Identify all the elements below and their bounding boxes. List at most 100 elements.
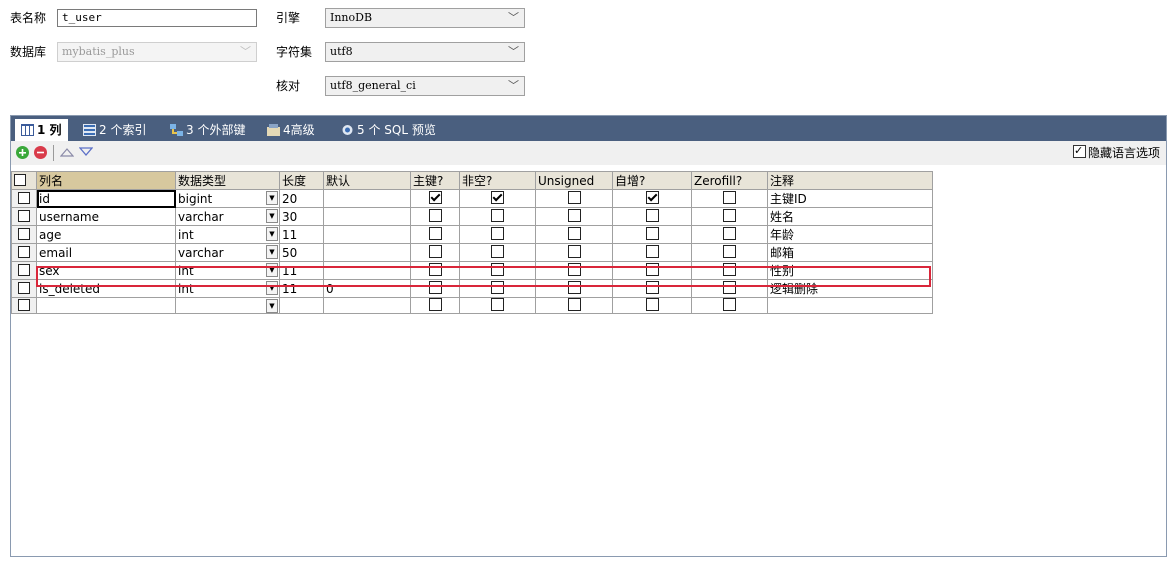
zerofill-cell[interactable] xyxy=(691,243,768,262)
table-row[interactable]: ▼ xyxy=(11,297,933,314)
table-row[interactable]: email varchar ▼ 50 邮箱 xyxy=(11,243,933,262)
pk-cell[interactable] xyxy=(410,207,460,226)
zerofill-cell[interactable] xyxy=(691,297,768,314)
checkbox-icon[interactable] xyxy=(491,209,504,222)
zerofill-cell[interactable] xyxy=(691,207,768,226)
table-row[interactable]: age int ▼ 11 年龄 xyxy=(11,225,933,244)
table-name-input[interactable]: t_user xyxy=(57,9,257,27)
length-cell[interactable]: 11 xyxy=(279,225,324,244)
collation-select[interactable]: utf8_general_ci ﹀ xyxy=(325,76,525,96)
engine-select[interactable]: InnoDB ﹀ xyxy=(325,8,525,28)
column-name-cell[interactable]: id xyxy=(36,189,176,208)
data-type-cell[interactable]: int ▼ xyxy=(175,225,280,244)
dropdown-arrow-icon[interactable]: ▼ xyxy=(266,209,278,223)
tab-indexes[interactable]: 2 个索引 xyxy=(77,119,152,141)
add-column-icon[interactable] xyxy=(16,146,29,159)
dropdown-arrow-icon[interactable]: ▼ xyxy=(266,299,278,313)
column-header-type[interactable]: 数据类型 xyxy=(175,171,280,190)
default-cell[interactable] xyxy=(323,225,411,244)
comment-cell[interactable] xyxy=(767,297,933,314)
autoinc-cell[interactable] xyxy=(612,297,692,314)
length-cell[interactable] xyxy=(279,297,324,314)
column-name-cell[interactable] xyxy=(36,297,176,314)
column-header-default[interactable]: 默认 xyxy=(323,171,411,190)
row-select-cell[interactable] xyxy=(11,189,37,208)
pk-cell[interactable] xyxy=(410,243,460,262)
zerofill-cell[interactable] xyxy=(691,225,768,244)
length-cell[interactable]: 20 xyxy=(279,189,324,208)
autoinc-cell[interactable] xyxy=(612,207,692,226)
autoinc-cell[interactable] xyxy=(612,243,692,262)
notnull-cell[interactable] xyxy=(459,225,536,244)
column-header-comment[interactable]: 注释 xyxy=(767,171,933,190)
column-header-length[interactable]: 长度 xyxy=(279,171,324,190)
comment-cell[interactable]: 主键ID xyxy=(767,189,933,208)
unsigned-cell[interactable] xyxy=(535,207,613,226)
notnull-cell[interactable] xyxy=(459,189,536,208)
checkbox-icon[interactable] xyxy=(428,227,442,240)
checkbox-icon[interactable] xyxy=(567,298,581,311)
pk-cell[interactable] xyxy=(410,225,460,244)
checkbox-icon[interactable] xyxy=(491,298,504,311)
checkbox-icon[interactable] xyxy=(723,209,736,222)
checkbox-icon[interactable] xyxy=(723,245,736,258)
default-cell[interactable] xyxy=(323,243,411,262)
pk-cell[interactable] xyxy=(410,297,460,314)
data-type-cell[interactable]: bigint ▼ xyxy=(175,189,280,208)
default-cell[interactable] xyxy=(323,207,411,226)
column-name-cell[interactable]: username xyxy=(36,207,176,226)
checkbox-icon[interactable] xyxy=(491,245,504,258)
column-header-notnull[interactable]: 非空? xyxy=(459,171,536,190)
notnull-cell[interactable] xyxy=(459,207,536,226)
autoinc-cell[interactable] xyxy=(612,225,692,244)
unsigned-cell[interactable] xyxy=(535,297,613,314)
dropdown-arrow-icon[interactable]: ▼ xyxy=(266,191,278,205)
tab-advanced[interactable]: 4高级 xyxy=(261,119,321,141)
checkbox-icon[interactable] xyxy=(428,209,442,222)
checkbox-icon[interactable] xyxy=(567,227,581,240)
row-select-cell[interactable] xyxy=(11,297,37,314)
unsigned-cell[interactable] xyxy=(535,243,613,262)
checkbox-icon[interactable] xyxy=(645,245,659,258)
column-name-cell[interactable]: email xyxy=(36,243,176,262)
unsigned-cell[interactable] xyxy=(535,225,613,244)
unsigned-cell[interactable] xyxy=(535,189,613,208)
comment-cell[interactable]: 姓名 xyxy=(767,207,933,226)
checkbox-icon[interactable] xyxy=(428,298,442,311)
row-select-cell[interactable] xyxy=(11,279,37,298)
checkbox-checked-icon[interactable] xyxy=(428,191,442,204)
charset-select[interactable]: utf8 ﹀ xyxy=(325,42,525,62)
notnull-cell[interactable] xyxy=(459,243,536,262)
checkbox-icon[interactable] xyxy=(428,245,442,258)
column-header-autoinc[interactable]: 自增? xyxy=(612,171,692,190)
table-row[interactable]: id bigint ▼ 20 主键ID xyxy=(11,189,933,208)
comment-cell[interactable]: 邮箱 xyxy=(767,243,933,262)
tab-sql-preview[interactable]: 5 个 SQL 预览 xyxy=(335,119,442,141)
checkbox-icon[interactable] xyxy=(645,298,659,311)
checkbox-icon[interactable] xyxy=(645,227,659,240)
default-cell[interactable] xyxy=(323,297,411,314)
row-select-cell[interactable] xyxy=(11,243,37,262)
pk-cell[interactable] xyxy=(410,189,460,208)
hide-language-options-checkbox[interactable]: 隐藏语言选项 xyxy=(1072,143,1160,161)
length-cell[interactable]: 30 xyxy=(279,207,324,226)
row-select-cell[interactable] xyxy=(11,225,37,244)
dropdown-arrow-icon[interactable]: ▼ xyxy=(266,245,278,259)
checkbox-icon[interactable] xyxy=(645,209,659,222)
checkbox-checked-icon[interactable] xyxy=(491,191,504,204)
row-select-cell[interactable] xyxy=(11,261,37,280)
default-cell[interactable] xyxy=(323,189,411,208)
move-up-icon[interactable] xyxy=(59,146,75,161)
length-cell[interactable]: 50 xyxy=(279,243,324,262)
row-select-cell[interactable] xyxy=(11,207,37,226)
checkbox-icon[interactable] xyxy=(723,191,736,204)
checkbox-checked-icon[interactable] xyxy=(645,191,659,204)
comment-cell[interactable]: 年龄 xyxy=(767,225,933,244)
zerofill-cell[interactable] xyxy=(691,189,768,208)
column-header-zerofill[interactable]: Zerofill? xyxy=(691,171,768,190)
column-header-name[interactable]: 列名 xyxy=(36,171,176,190)
select-all-cell[interactable] xyxy=(11,171,37,190)
tab-foreign-keys[interactable]: 3 个外部键 xyxy=(164,119,251,141)
table-row[interactable]: username varchar ▼ 30 姓名 xyxy=(11,207,933,226)
column-header-pk[interactable]: 主键? xyxy=(410,171,460,190)
